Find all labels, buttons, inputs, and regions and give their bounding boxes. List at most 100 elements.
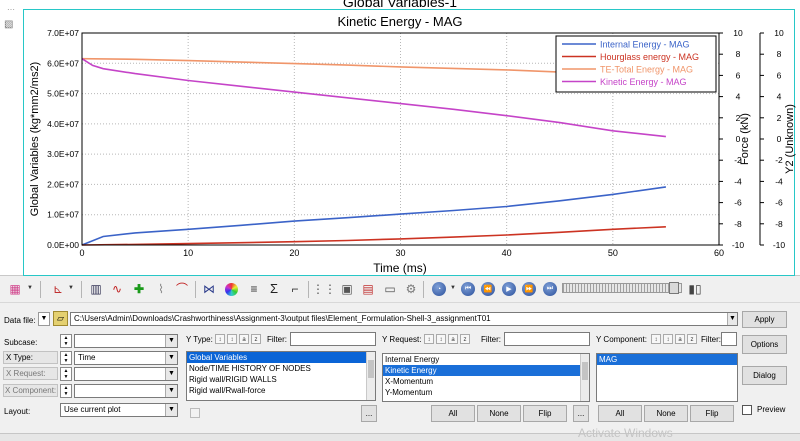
options-button[interactable]: Options	[742, 335, 787, 354]
chevron-down-icon[interactable]: ▼	[450, 285, 456, 291]
chevron-down-icon[interactable]: ▼	[165, 404, 177, 416]
build-plots-icon[interactable]: ▥	[87, 280, 105, 298]
add-curve-icon[interactable]: ✚	[130, 280, 148, 298]
animation-slider[interactable]	[562, 283, 682, 293]
sort-ascending-icon[interactable]: ↕	[651, 334, 661, 344]
step-forward-icon[interactable]: ⏩	[522, 282, 536, 296]
notes-icon[interactable]: ≡	[245, 280, 263, 298]
curve-attributes-icon[interactable]: ⌇	[152, 280, 170, 298]
sort-ascending-icon[interactable]: ↕	[215, 334, 225, 344]
y3-tick-label: 2	[777, 113, 782, 123]
layout-dropdown[interactable]: Use current plot ▼	[60, 403, 178, 417]
list-item[interactable]: Kinetic Energy	[383, 365, 589, 376]
step-back-icon[interactable]: ⏪	[481, 282, 495, 296]
list-item[interactable]: MAG	[597, 354, 737, 365]
x-component-spinner[interactable]: ▲ ▼	[60, 384, 72, 398]
list-item[interactable]: Rigid wall/RIGID WALLS	[187, 374, 375, 385]
list-item[interactable]: Node/TIME HISTORY OF NODES	[187, 363, 375, 374]
list-item[interactable]: Rigid wall/Rwall-force	[187, 385, 375, 396]
y-tick-label: 1.0E+07	[47, 210, 79, 220]
y-component-flip-button[interactable]: Flip	[690, 405, 734, 422]
y-type-list[interactable]: Global Variables Node/TIME HISTORY OF NO…	[186, 351, 376, 401]
sort-descending-icon[interactable]: ↕	[663, 334, 673, 344]
file-history-dropdown[interactable]: ▼	[38, 312, 50, 326]
scrollbar-thumb[interactable]	[368, 360, 374, 378]
first-frame-icon[interactable]: ⏮	[461, 282, 475, 296]
y2-tick-label: -4	[734, 176, 742, 186]
chevron-down-icon[interactable]: ▼	[165, 335, 177, 347]
x-request-spinner[interactable]: ▲ ▼	[60, 367, 72, 381]
sort-descending-icon[interactable]: ↕	[227, 334, 237, 344]
y-component-all-button[interactable]: All	[598, 405, 642, 422]
sort-za-icon[interactable]: z	[251, 334, 261, 344]
sort-descending-icon[interactable]: ↕	[436, 334, 446, 344]
x-type-spinner[interactable]: ▲ ▼	[60, 351, 72, 365]
color-wheel-icon[interactable]	[222, 280, 240, 298]
y-type-scrollbar[interactable]	[366, 352, 375, 400]
sigma-icon[interactable]: Σ	[265, 280, 283, 298]
apply-button[interactable]: Apply	[742, 311, 787, 328]
folder-icon[interactable]: ▱	[53, 311, 68, 326]
plot-window[interactable]: Global Variables-1 Kinetic Energy - MAG 0…	[0, 0, 800, 276]
layout-checkbox[interactable]	[190, 408, 200, 418]
y-type-filter-input[interactable]	[290, 332, 376, 346]
chevron-down-icon[interactable]: ▼	[165, 385, 177, 397]
x-component-dropdown[interactable]: ▼	[74, 384, 178, 398]
plot-type-icon[interactable]: ▦	[6, 280, 24, 298]
sort-za-icon[interactable]: z	[687, 334, 697, 344]
define-curves-icon[interactable]: ∿	[108, 280, 126, 298]
data-file-path-field[interactable]: C:\Users\Admin\Downloads\Crashworthiness…	[70, 312, 738, 326]
y-component-none-button[interactable]: None	[644, 405, 688, 422]
export-icon[interactable]: ▤	[359, 280, 377, 298]
grid-icon[interactable]: ⋮⋮	[312, 280, 336, 298]
kinetic-energy-chart[interactable]: Kinetic Energy - MAG 0.0E+00 1.0E+07 2.0E+0…	[0, 0, 800, 276]
sort-az-icon[interactable]: a	[675, 334, 685, 344]
y-request-scrollbar[interactable]	[580, 354, 589, 401]
play-icon[interactable]: ▶	[502, 282, 516, 296]
measure-icon[interactable]: ⌐	[286, 280, 304, 298]
animation-settings-icon[interactable]: ▮▯	[686, 280, 704, 298]
y-component-list[interactable]: MAG	[596, 353, 738, 402]
subcase-dropdown[interactable]: ▼	[74, 334, 178, 348]
y-type-more-button[interactable]: ...	[361, 405, 377, 422]
y-request-filter-input[interactable]	[504, 332, 590, 346]
curve-math-icon[interactable]: ⋈	[200, 280, 218, 298]
y-request-all-button[interactable]: All	[431, 405, 475, 422]
chevron-down-icon[interactable]: ▼	[68, 285, 74, 291]
y-request-none-button[interactable]: None	[477, 405, 521, 422]
sort-az-icon[interactable]: a	[239, 334, 249, 344]
sort-za-icon[interactable]: z	[460, 334, 470, 344]
y-component-filter-input[interactable]	[721, 332, 737, 346]
page-icon[interactable]: ▧	[4, 19, 16, 31]
last-frame-icon[interactable]: ⏭	[543, 282, 557, 296]
scrollbar-thumb[interactable]	[582, 362, 588, 380]
y-component-label: Y Component:	[596, 335, 647, 344]
axis-icon[interactable]: ⊾	[49, 280, 67, 298]
y2-tick-label: -6	[734, 198, 742, 208]
x-request-dropdown[interactable]: ▼	[74, 367, 178, 381]
subcase-spinner[interactable]: ▲ ▼	[60, 334, 72, 348]
chevron-down-icon[interactable]: ▼	[727, 313, 737, 325]
sort-ascending-icon[interactable]: ↕	[424, 334, 434, 344]
list-item[interactable]: Y-Momentum	[383, 387, 589, 398]
list-item[interactable]: Global Variables	[187, 352, 375, 363]
sort-az-icon[interactable]: a	[448, 334, 458, 344]
list-item[interactable]: X-Momentum	[383, 376, 589, 387]
chevron-down-icon[interactable]: ▼	[165, 352, 177, 364]
x-type-dropdown[interactable]: Time ▼	[74, 351, 178, 365]
frame-icon[interactable]: ▣	[338, 280, 356, 298]
chevron-down-icon[interactable]: ▼	[27, 285, 33, 291]
animation-tool-icon[interactable]: ◔	[432, 282, 446, 296]
gear-icon[interactable]: ⚙	[402, 280, 420, 298]
grip-icon[interactable]: ⋯	[7, 5, 19, 14]
list-item[interactable]: Internal Energy	[383, 354, 589, 365]
animation-slider-thumb[interactable]	[669, 282, 679, 294]
trim-curve-icon[interactable]: ⌒	[173, 280, 191, 298]
preview-checkbox[interactable]	[742, 405, 752, 415]
y-request-list[interactable]: Internal Energy Kinetic Energy X-Momentu…	[382, 353, 590, 402]
y-request-more-button[interactable]: ...	[573, 405, 589, 422]
page-layout-icon[interactable]: ▭	[381, 280, 399, 298]
chevron-down-icon[interactable]: ▼	[165, 368, 177, 380]
dialog-button[interactable]: Dialog	[742, 366, 787, 385]
y-request-flip-button[interactable]: Flip	[523, 405, 567, 422]
